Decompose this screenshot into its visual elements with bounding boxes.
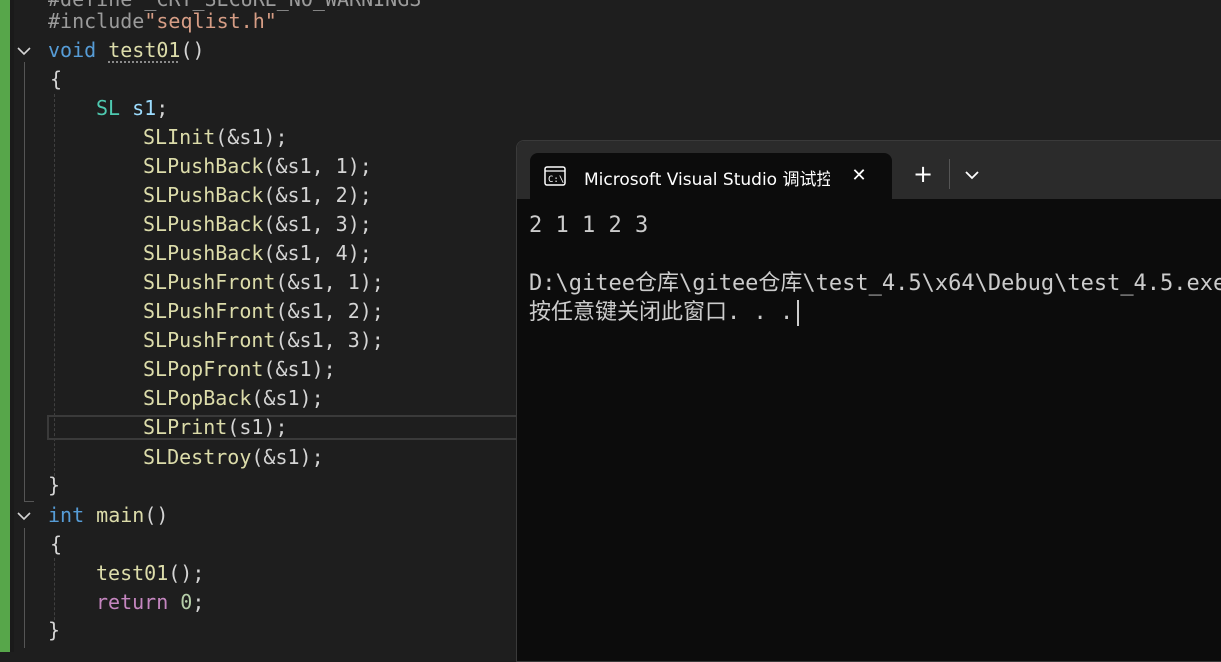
code-line-declaration: SL s1; <box>96 96 169 120</box>
code-line-call-current: SLPrint(s1); <box>143 415 288 439</box>
tab-dropdown-button[interactable] <box>959 161 985 189</box>
code-line-call: SLPushFront(&s1, 3); <box>143 328 384 352</box>
code-line-call-test01: test01(); <box>96 561 205 585</box>
code-line-call: SLPushBack(&s1, 1); <box>143 154 372 178</box>
fold-chevron-icon[interactable] <box>16 508 32 524</box>
code-line-call: SLPushBack(&s1, 4); <box>143 241 372 265</box>
terminal-tab[interactable]: C:\ Microsoft Visual Studio 调试控制台 ✕ <box>530 153 892 199</box>
console-icon: C:\ <box>544 166 566 186</box>
code-line-call: SLPushBack(&s1, 2); <box>143 183 372 207</box>
code-line-call: SLDestroy(&s1); <box>143 445 324 469</box>
code-line-open-brace: { <box>50 67 63 91</box>
chevron-down-icon <box>965 171 979 180</box>
code-line-return: return 0; <box>96 590 205 614</box>
new-tab-button[interactable]: + <box>909 161 937 189</box>
fold-scope-line <box>24 528 25 648</box>
close-tab-button[interactable]: ✕ <box>846 163 872 189</box>
fold-scope-line <box>24 62 25 502</box>
code-line-close-brace: } <box>48 618 61 642</box>
output-line-exe-path: D:\gitee仓库\gitee仓库\test_4.5\x64\Debug\te… <box>529 271 1221 296</box>
code-line-func-test01: void test01() <box>48 38 205 62</box>
fold-scope-end <box>24 501 34 502</box>
gutter-margin <box>10 0 14 652</box>
function-name-test01: test01 <box>108 38 181 62</box>
code-line-open-brace: { <box>50 532 63 556</box>
fold-chevron-icon[interactable] <box>16 43 32 59</box>
tab-separator <box>949 159 950 189</box>
svg-text:C:\: C:\ <box>548 175 564 185</box>
output-line-prompt: 按任意键关闭此窗口. . . <box>529 298 1221 327</box>
code-line-call: SLPopFront(&s1); <box>143 357 336 381</box>
output-line-result: 2 1 1 2 3 <box>529 213 649 238</box>
code-line-call: SLPushFront(&s1, 2); <box>143 299 384 323</box>
terminal-output[interactable]: 2 1 1 2 3 D:\gitee仓库\gitee仓库\test_4.5\x6… <box>529 211 1221 327</box>
code-line-close-brace: } <box>48 473 61 497</box>
press-any-key-text: 按任意键关闭此窗口. . . <box>529 300 794 325</box>
change-indicator-bar <box>0 0 10 652</box>
debug-console-window[interactable]: C:\ Microsoft Visual Studio 调试控制台 ✕ + 2 … <box>516 140 1221 662</box>
output-line-blank <box>529 240 1221 269</box>
code-line-call: SLPushFront(&s1, 1); <box>143 270 384 294</box>
text-cursor <box>797 300 800 326</box>
code-line-include: #include"seqlist.h" <box>48 9 277 33</box>
code-line-call: SLPushBack(&s1, 3); <box>143 212 372 236</box>
tab-title: Microsoft Visual Studio 调试控制台 <box>584 170 830 190</box>
terminal-tab-bar: C:\ Microsoft Visual Studio 调试控制台 ✕ + <box>517 141 1221 199</box>
code-line-call: SLInit(&s1); <box>143 125 288 149</box>
code-line-func-main: int main() <box>48 503 169 527</box>
code-line-call: SLPopBack(&s1); <box>143 386 324 410</box>
